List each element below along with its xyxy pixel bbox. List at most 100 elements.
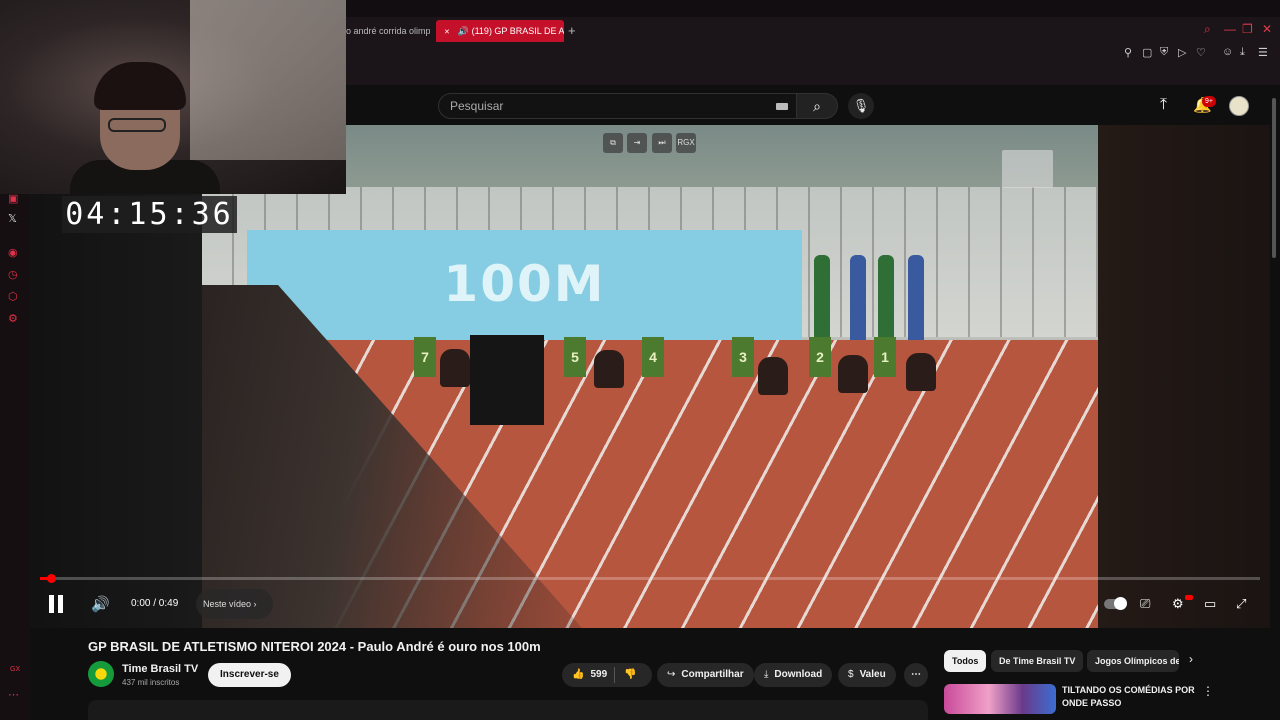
search-button[interactable]: ⌕ (796, 93, 838, 119)
like-count: 599 (590, 669, 608, 680)
lane-block: 7 (414, 337, 436, 377)
account-icon[interactable]: ☺ (1222, 46, 1233, 58)
video-frame[interactable]: 100M 7 5 4 3 2 1 (202, 125, 1098, 628)
subscriber-count: 437 mil inscritos (122, 678, 180, 687)
browser-toolbar (346, 45, 1280, 85)
sprinter (440, 349, 470, 387)
time-display: 0:00 / 0:49 (131, 598, 179, 609)
speaker-icon: 🔊 (457, 26, 472, 36)
popout-icon[interactable]: ⇥ (627, 133, 647, 153)
search-input[interactable]: Pesquisar (438, 93, 798, 119)
channel-avatar[interactable] (88, 661, 114, 687)
share-icon: ↪ (667, 669, 676, 680)
settings-gear-icon[interactable]: ⚙ (1172, 596, 1184, 612)
mic-icon: 🎙 (852, 98, 870, 113)
more-actions-button[interactable]: ⋯ (904, 663, 928, 687)
loudspeaker (470, 335, 544, 425)
more-vert-icon[interactable]: ⋮ (1202, 684, 1214, 698)
page-scrollbar[interactable] (1272, 98, 1276, 258)
webcam-overlay (0, 0, 346, 194)
lane-block: 4 (642, 337, 664, 377)
download-button[interactable]: ⤓ Download (754, 663, 833, 687)
pause-button[interactable] (47, 593, 67, 615)
tab-label: (119) GP BRASIL DE A (471, 26, 564, 36)
keyboard-icon[interactable] (776, 103, 788, 110)
chip-channel[interactable]: De Time Brasil TV (991, 650, 1084, 672)
minimize-icon[interactable]: — (1224, 22, 1236, 36)
snapshot-icon[interactable]: ▢ (1142, 46, 1152, 59)
sprinter (594, 350, 624, 388)
official-figure (850, 255, 866, 345)
tab-previous[interactable]: o andré corrida olimp (346, 20, 430, 42)
maximize-icon[interactable]: ❐ (1242, 22, 1253, 36)
chapter-label: Neste vídeo (203, 599, 252, 609)
like-divider (614, 667, 615, 683)
download-icon[interactable]: ⤓ (1240, 46, 1245, 59)
lane-block: 2 (809, 337, 831, 377)
fullscreen-icon[interactable]: ⤢ (1236, 596, 1246, 612)
lane-block: 3 (732, 337, 754, 377)
thumbs-down-icon: 👎 (624, 669, 637, 680)
progress-scrubber[interactable] (47, 574, 56, 583)
voice-search-button[interactable]: 🎙 (848, 93, 874, 119)
volume-icon[interactable]: 🔊 (91, 595, 110, 613)
avatar[interactable] (1229, 96, 1249, 116)
download-label: Download (774, 669, 823, 680)
more-icon[interactable]: ⋯ (8, 688, 19, 701)
official-figure (908, 255, 924, 345)
tab-active[interactable]: ✕ 🔊 (119) GP BRASIL DE A (436, 20, 564, 42)
chip-olympics[interactable]: Jogos Olímpicos de (1087, 650, 1179, 672)
settings-icon[interactable]: ⚙ (8, 312, 18, 325)
shield-icon[interactable]: ⛨ (1160, 46, 1168, 59)
lane-block: 5 (564, 337, 586, 377)
create-icon[interactable]: ⤒ (1160, 96, 1167, 114)
chapter-button[interactable]: Neste vídeo › (196, 589, 273, 619)
chevron-right-icon: › (253, 599, 257, 609)
download-arrow-icon: ⤓ (764, 669, 769, 680)
theater-mode-icon[interactable]: ▭ (1204, 596, 1216, 612)
extensions-icon[interactable]: ⬡ (8, 290, 18, 303)
player-icon[interactable]: ◉ (8, 246, 18, 259)
tab-label: o andré corrida olimp (346, 26, 430, 36)
search-icon: ⌕ (813, 98, 821, 114)
recommended-thumbnail[interactable] (944, 684, 1056, 714)
recommended-title[interactable]: TILTANDO OS COMÉDIAS POR ONDE PASSO (1062, 684, 1197, 710)
streamer-hair (94, 62, 186, 110)
pip-icon[interactable]: ⧉ (603, 133, 623, 153)
sprinter (906, 353, 936, 391)
channel-name[interactable]: Time Brasil TV (122, 663, 198, 675)
close-tab-icon[interactable]: ✕ (444, 29, 450, 36)
lane-block: 1 (874, 337, 896, 377)
autoplay-knob (1114, 597, 1127, 610)
history-icon[interactable]: ◷ (8, 268, 18, 281)
play-icon[interactable]: ▷ (1178, 46, 1186, 59)
chip-all[interactable]: Todos (944, 650, 987, 672)
subtitles-icon[interactable]: ⎚ (1140, 596, 1150, 612)
gx-label: GX (10, 666, 21, 673)
x-icon[interactable]: 𝕏 (8, 212, 17, 225)
menu-icon[interactable]: ☰ (1258, 46, 1268, 59)
rgx-button[interactable]: RGX (676, 133, 696, 153)
sprinter (838, 355, 868, 393)
thumbs-up-icon: 👍 (572, 669, 585, 680)
share-button[interactable]: ↪ Compartilhar (657, 663, 754, 687)
hd-badge (1185, 595, 1193, 600)
banner-text: 100M (443, 255, 606, 313)
broadcaster-logo (1002, 150, 1053, 188)
sprinter (758, 357, 788, 395)
search-tabs-icon[interactable]: ⌕ (1204, 22, 1211, 37)
pin-icon[interactable]: ⚲ (1124, 46, 1132, 59)
video-title: GP BRASIL DE ATLETISMO NITEROI 2024 - Pa… (88, 639, 541, 654)
chevron-right-icon[interactable]: › (1189, 652, 1193, 666)
progress-bar[interactable] (40, 577, 1260, 580)
skip-icon[interactable]: ⏭ (652, 133, 672, 153)
new-tab-button[interactable]: + (568, 20, 576, 42)
official-figure (814, 255, 830, 345)
close-window-icon[interactable]: ✕ (1262, 22, 1272, 36)
thanks-label: Valeu (859, 669, 886, 680)
description-box[interactable] (88, 700, 928, 720)
subscribe-button[interactable]: Inscrever-se (208, 663, 291, 687)
heart-icon[interactable]: ♡ (1196, 46, 1206, 59)
thanks-icon: $ (848, 669, 854, 680)
thanks-button[interactable]: $ Valeu (838, 663, 896, 687)
